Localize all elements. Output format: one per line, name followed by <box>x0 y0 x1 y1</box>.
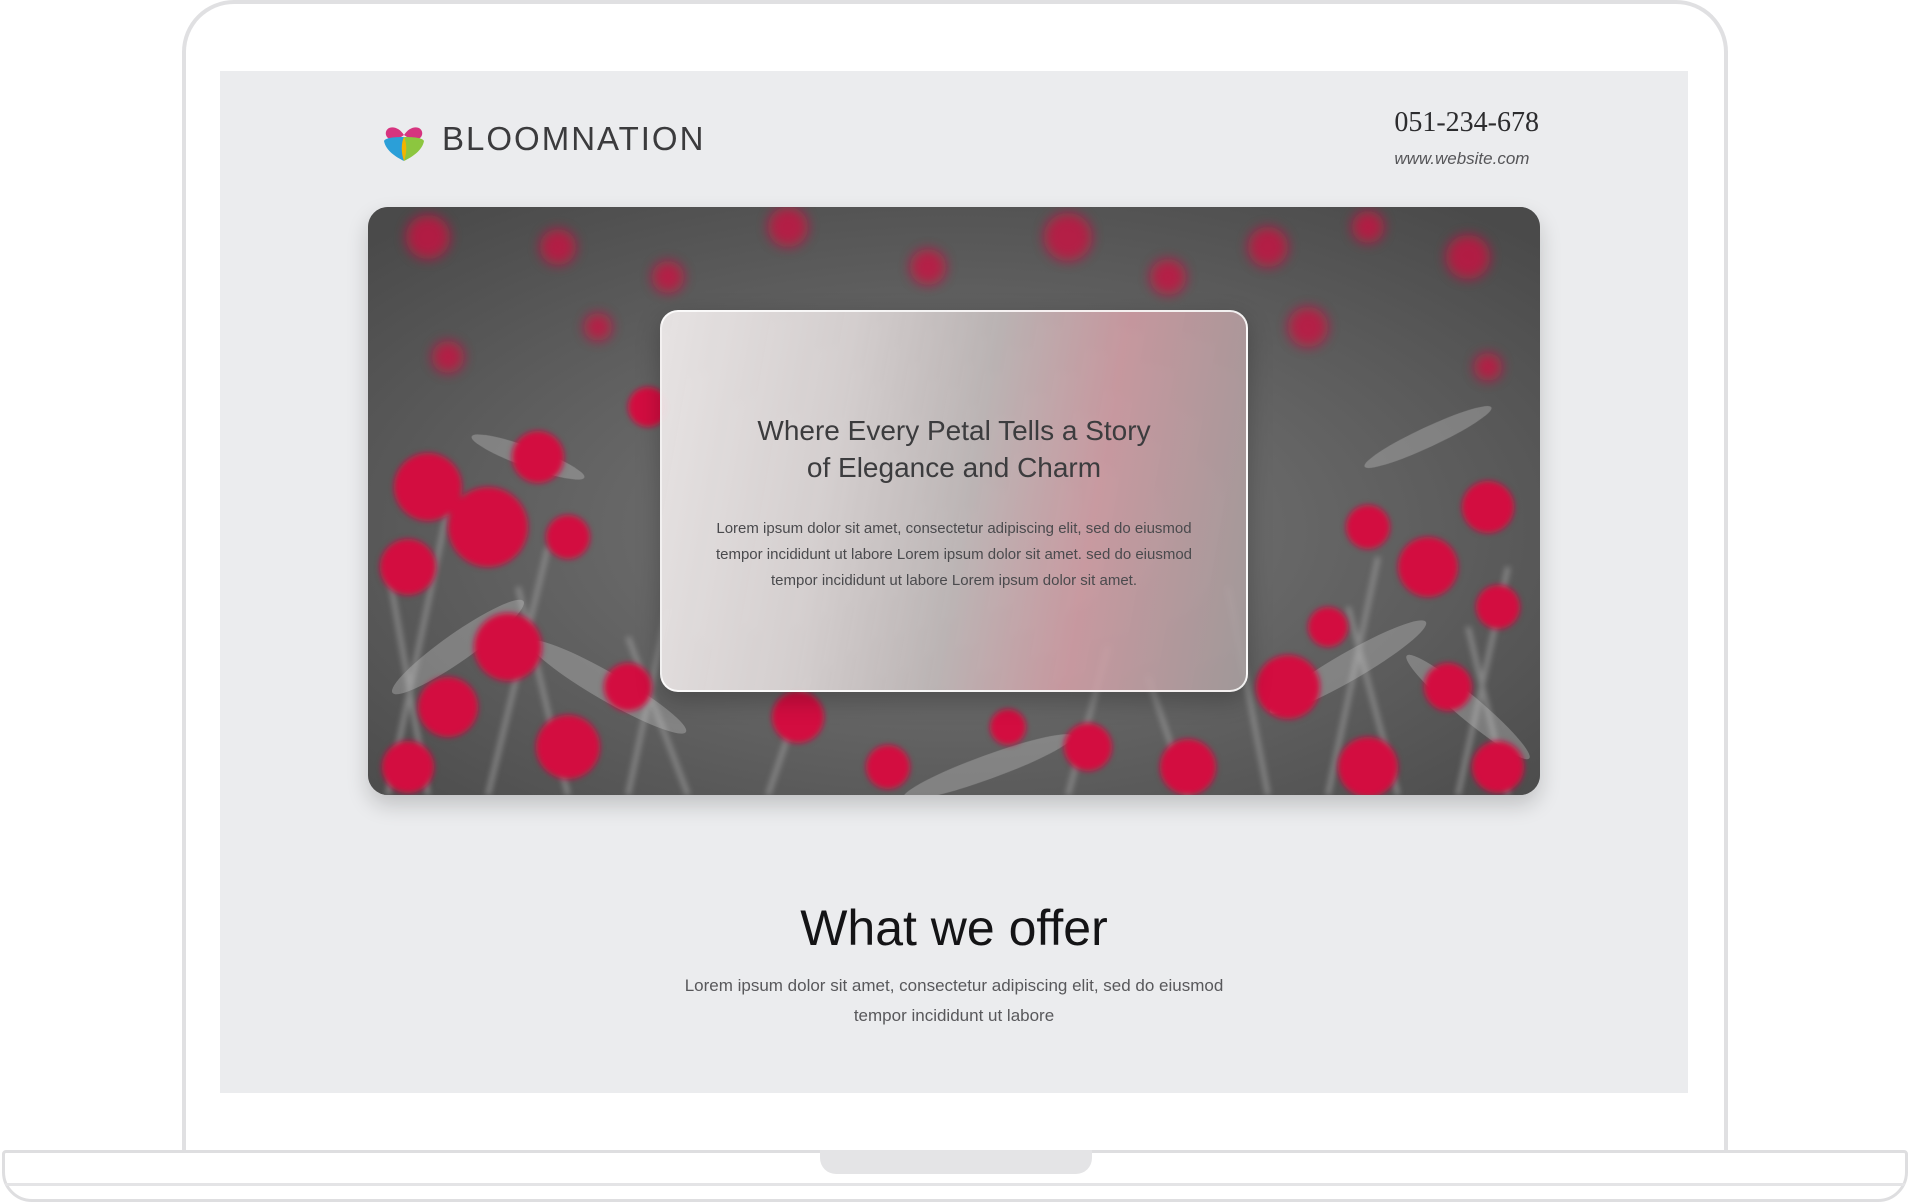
website-screen: BLOOMNATION 051-234-678 www.website.com <box>220 71 1688 1093</box>
hero-title: Where Every Petal Tells a Story of Elega… <box>702 412 1206 486</box>
offer-description-line-1: Lorem ipsum dolor sit amet, consectetur … <box>684 976 1224 995</box>
heart-flower-icon <box>380 115 428 163</box>
hero-glass-card: Where Every Petal Tells a Story of Elega… <box>660 310 1248 692</box>
laptop-notch <box>820 1150 1092 1174</box>
hero-banner: Where Every Petal Tells a Story of Elega… <box>368 207 1540 795</box>
website-link[interactable]: www.website.com <box>1394 149 1539 169</box>
offer-heading: What we offer <box>800 900 1108 956</box>
hero-description-line-3: tempor incididunt ut labore Lorem ipsum … <box>770 572 1137 589</box>
hero-title-line-2: of Elegance and Charm <box>806 452 1102 483</box>
contact-info: 051-234-678 www.website.com <box>1394 107 1539 169</box>
laptop-base-lip <box>5 1183 1905 1186</box>
brand-name: BLOOMNATION <box>442 120 706 157</box>
offer-description: Lorem ipsum dolor sit amet, consectetur … <box>654 971 1254 1031</box>
phone-number[interactable]: 051-234-678 <box>1394 107 1539 139</box>
hero-title-line-1: Where Every Petal Tells a Story <box>757 415 1151 446</box>
hero-description: Lorem ipsum dolor sit amet, consectetur … <box>702 516 1206 594</box>
hero-description-line-2: tempor incididunt ut labore Lorem ipsum … <box>715 546 1193 563</box>
offer-description-line-2: tempor incididunt ut labore <box>853 1006 1055 1025</box>
hero-description-line-1: Lorem ipsum dolor sit amet, consectetur … <box>716 520 1192 537</box>
brand-logo[interactable]: BLOOMNATION <box>380 115 705 163</box>
